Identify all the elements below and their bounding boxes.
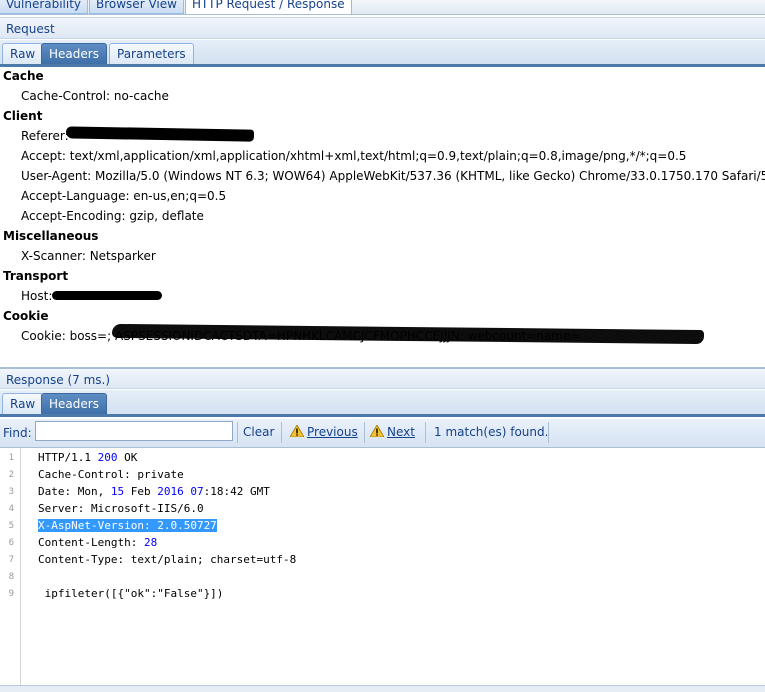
next-warning-icon <box>370 425 384 437</box>
number-token: 28 <box>143 536 158 549</box>
previous-label: Previous <box>307 425 358 439</box>
match-status: 1 match(es) found. <box>434 425 549 439</box>
toolbar-divider <box>237 422 238 443</box>
line-number: 6 <box>8 538 14 548</box>
line-number-gutter: 1 2 3 4 5 6 7 8 9 <box>0 448 21 685</box>
code-line: Content-Length: 28 <box>38 536 157 549</box>
code-line: ipfileter([{"ok":"False"}]) <box>38 587 224 600</box>
line-number: 3 <box>8 487 14 497</box>
line-number: 7 <box>8 555 14 565</box>
line-number: 1 <box>8 453 14 463</box>
previous-warning-icon <box>290 425 304 437</box>
toolbar-divider <box>425 422 426 443</box>
request-subtab-bar: Raw Headers Parameters <box>0 40 765 67</box>
toolbar-divider <box>364 422 365 443</box>
find-input[interactable] <box>35 421 233 441</box>
code-line: Server: Microsoft-IIS/6.0 <box>38 502 204 515</box>
header-accept: Accept: text/xml,application/xml,applica… <box>21 149 687 163</box>
text: HTTP/1.1 <box>38 451 98 464</box>
toolbar-divider <box>281 422 282 443</box>
line-number: 8 <box>8 572 14 582</box>
code-line: Cache-Control: private <box>38 468 184 481</box>
code-line: Content-Type: text/plain; charset=utf-8 <box>38 553 297 566</box>
next-button[interactable]: Next <box>370 425 415 439</box>
header-referer: Referer: <box>21 129 69 143</box>
code-line: Date: Mon, 15 Feb 2016 07:18:42 GMT <box>38 485 270 498</box>
tab-http-request-response[interactable]: HTTP Request / Response <box>185 0 352 14</box>
next-label: Next <box>387 425 415 439</box>
header-x-scanner: X-Scanner: Netsparker <box>21 249 156 263</box>
section-transport: Transport <box>3 269 69 283</box>
text: Feb <box>124 485 158 498</box>
previous-button[interactable]: Previous <box>290 425 358 439</box>
line-number: 2 <box>8 470 14 480</box>
number-token: 2016 <box>157 485 184 498</box>
tab-browser-view[interactable]: Browser View <box>89 0 184 14</box>
find-label: Find: <box>3 426 32 440</box>
redaction-mark <box>65 126 255 142</box>
code-line-highlighted: X-AspNet-Version: 2.0.50727 <box>38 519 217 532</box>
response-tab-raw[interactable]: Raw <box>2 393 44 414</box>
line-number: 5 <box>8 521 14 531</box>
number-token: 200 <box>97 451 118 464</box>
response-subtab-bar: Raw Headers <box>0 390 765 417</box>
section-client: Client <box>3 109 43 123</box>
find-toolbar: Find: Clear Previous Next 1 match(es) fo… <box>0 419 765 448</box>
number-token: 15 <box>110 485 125 498</box>
header-accept-language: Accept-Language: en-us,en;q=0.5 <box>21 189 227 203</box>
response-tab-headers[interactable]: Headers <box>41 393 107 414</box>
request-tab-parameters[interactable]: Parameters <box>109 43 194 64</box>
line-number: 9 <box>8 589 14 599</box>
section-miscellaneous: Miscellaneous <box>3 229 99 243</box>
section-cookie: Cookie <box>3 309 49 323</box>
selected-text: X-AspNet-Version: 2.0.50727 <box>38 519 217 532</box>
header-accept-encoding: Accept-Encoding: gzip, deflate <box>21 209 204 223</box>
header-cache-control: Cache-Control: no-cache <box>21 89 169 103</box>
section-cache: Cache <box>3 69 44 83</box>
line-number: 4 <box>8 504 14 514</box>
redaction-mark <box>52 291 162 300</box>
request-tab-headers[interactable]: Headers <box>41 43 107 64</box>
toolbar-divider <box>548 422 549 443</box>
text: :18:42 GMT <box>203 485 270 498</box>
text: OK <box>117 451 138 464</box>
response-panel-header: Response (7 ms.) <box>0 367 765 389</box>
code-line: HTTP/1.1 200 OK <box>38 451 137 464</box>
response-raw-view[interactable]: 1 2 3 4 5 6 7 8 9 HTTP/1.1 200 OK Cache-… <box>0 448 765 685</box>
request-tab-raw[interactable]: Raw <box>2 43 44 64</box>
number-token: 07 <box>190 485 204 498</box>
text: Date: Mon, <box>38 485 111 498</box>
header-user-agent: User-Agent: Mozilla/5.0 (Windows NT 6.3;… <box>21 169 765 183</box>
clear-button[interactable]: Clear <box>243 425 274 439</box>
tab-vulnerability[interactable]: Vulnerability <box>0 0 89 14</box>
request-panel-header: Request <box>0 17 765 39</box>
request-headers-list: Cache Cache-Control: no-cache Client Ref… <box>0 67 765 355</box>
text: Content-Length: <box>38 536 144 549</box>
header-host: Host: <box>21 289 53 303</box>
top-tab-bar: Vulnerability Browser View HTTP Request … <box>0 0 765 15</box>
